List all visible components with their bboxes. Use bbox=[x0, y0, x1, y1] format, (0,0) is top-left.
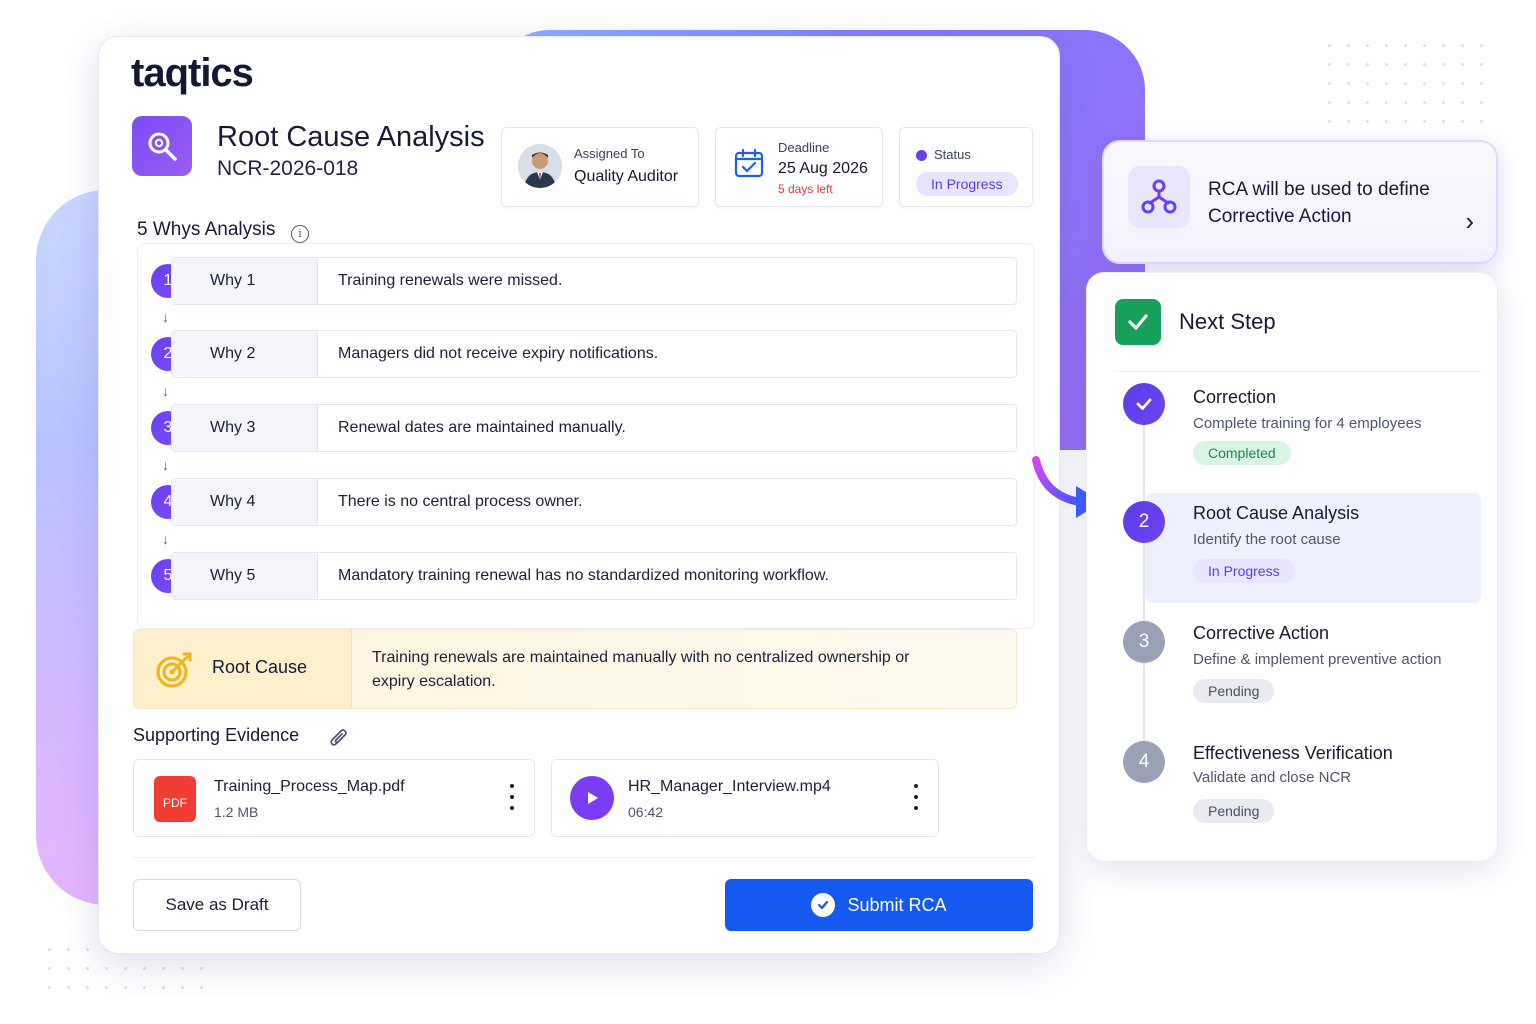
file-name: HR_Manager_Interview.mp4 bbox=[628, 778, 831, 795]
avatar bbox=[518, 144, 562, 188]
why-row-5[interactable]: Why 5 Mandatory training renewal has no … bbox=[171, 552, 1017, 600]
root-cause-label: Root Cause bbox=[212, 657, 308, 677]
why-label: Why 5 bbox=[172, 553, 318, 599]
save-draft-button[interactable]: Save as Draft bbox=[133, 879, 301, 931]
file-name: Training_Process_Map.pdf bbox=[214, 778, 405, 795]
check-circle-icon bbox=[811, 893, 836, 917]
why-text: Mandatory training renewal has no standa… bbox=[338, 567, 829, 584]
paperclip-icon[interactable] bbox=[329, 727, 349, 754]
next-step-card: Next Step Correction Complete training f… bbox=[1086, 272, 1498, 862]
step-description: Define & implement preventive action bbox=[1193, 651, 1442, 668]
status-badge: Completed bbox=[1193, 441, 1291, 465]
target-icon bbox=[154, 650, 194, 695]
checkbox-icon bbox=[1115, 299, 1161, 345]
more-options-icon[interactable] bbox=[912, 784, 920, 810]
info-icon[interactable]: i bbox=[291, 225, 309, 243]
deadline-label: Deadline bbox=[778, 140, 830, 155]
step-title: Corrective Action bbox=[1193, 623, 1330, 643]
rca-link-banner[interactable]: RCA will be used to define Corrective Ac… bbox=[1102, 140, 1498, 264]
why-text: Managers did not receive expiry notifica… bbox=[338, 345, 659, 362]
file-size: 1.2 MB bbox=[214, 804, 259, 820]
search-analysis-icon bbox=[132, 116, 192, 176]
why-row-1[interactable]: Why 1 Training renewals were missed. bbox=[171, 257, 1017, 305]
submit-label: Submit RCA bbox=[847, 894, 947, 915]
step-description: Complete training for 4 employees bbox=[1193, 415, 1422, 432]
status-badge: Pending bbox=[1193, 799, 1275, 823]
why-label: Why 4 bbox=[172, 479, 318, 525]
root-cause-box: Root Cause Training renewals are maintai… bbox=[133, 629, 1017, 709]
calendar-icon bbox=[734, 148, 764, 183]
file-duration: 06:42 bbox=[628, 804, 664, 820]
assigned-label: Assigned To bbox=[574, 146, 645, 161]
status-badge: In Progress bbox=[1193, 559, 1295, 583]
root-cause-text: Training renewals are maintained manuall… bbox=[372, 649, 910, 690]
down-arrow-icon: ↓ bbox=[162, 383, 169, 399]
evidence-section-title: Supporting Evidence bbox=[133, 725, 300, 745]
status-dot-icon bbox=[916, 150, 927, 161]
status-badge: In Progress bbox=[916, 172, 1018, 196]
status-chip[interactable]: Status In Progress bbox=[899, 127, 1033, 207]
down-arrow-icon: ↓ bbox=[162, 309, 169, 325]
page-title: Root Cause Analysis bbox=[217, 121, 485, 153]
deadline-value: 25 Aug 2026 bbox=[778, 160, 868, 177]
more-options-icon[interactable] bbox=[508, 784, 516, 810]
step-description: Identify the root cause bbox=[1193, 531, 1341, 548]
dot-pattern-top-right bbox=[1320, 36, 1490, 126]
why-text: Training renewals were missed. bbox=[338, 272, 563, 289]
status-badge: Pending bbox=[1193, 679, 1275, 703]
divider bbox=[1115, 371, 1481, 372]
check-icon bbox=[1123, 383, 1165, 425]
step-description: Validate and close NCR bbox=[1193, 769, 1352, 786]
evidence-file-pdf[interactable]: PDF Training_Process_Map.pdf 1.2 MB bbox=[133, 759, 535, 837]
why-label: Why 2 bbox=[172, 331, 318, 377]
taqtics-logo: taqtics bbox=[131, 51, 254, 95]
assigned-value: Quality Auditor bbox=[574, 168, 679, 185]
rca-banner-line1: RCA will be used to define bbox=[1208, 179, 1430, 200]
next-step-title: Next Step bbox=[1179, 309, 1276, 334]
step-number-4: 4 bbox=[1123, 741, 1165, 783]
pdf-file-icon: PDF bbox=[154, 776, 196, 822]
why-row-3[interactable]: Why 3 Renewal dates are maintained manua… bbox=[171, 404, 1017, 452]
rca-banner-line2: Corrective Action bbox=[1208, 206, 1352, 227]
assigned-to-chip[interactable]: Assigned To Quality Auditor bbox=[501, 127, 699, 207]
step-number-2: 2 bbox=[1123, 501, 1165, 543]
step-title: Root Cause Analysis bbox=[1193, 503, 1360, 523]
step-title: Effectiveness Verification bbox=[1193, 743, 1393, 763]
whys-section-title: 5 Whys Analysis bbox=[137, 219, 276, 240]
rca-banner-text: RCA will be used to define Corrective Ac… bbox=[1208, 176, 1448, 230]
status-label: Status bbox=[934, 147, 971, 162]
why-row-4[interactable]: Why 4 There is no central process owner. bbox=[171, 478, 1017, 526]
evidence-file-video[interactable]: HR_Manager_Interview.mp4 06:42 bbox=[551, 759, 939, 837]
deadline-chip[interactable]: Deadline 25 Aug 2026 5 days left bbox=[715, 127, 883, 207]
step-title: Correction bbox=[1193, 387, 1277, 407]
workflow-icon bbox=[1128, 166, 1190, 228]
submit-rca-button[interactable]: Submit RCA bbox=[725, 879, 1033, 931]
why-text: Renewal dates are maintained manually. bbox=[338, 419, 626, 436]
why-text: There is no central process owner. bbox=[338, 493, 583, 510]
rca-form-card: taqtics Root Cause Analysis NCR-2026-018… bbox=[98, 36, 1060, 954]
why-row-2[interactable]: Why 2 Managers did not receive expiry no… bbox=[171, 330, 1017, 378]
step-number-3: 3 bbox=[1123, 621, 1165, 663]
ncr-id: NCR-2026-018 bbox=[217, 157, 359, 180]
play-icon[interactable] bbox=[570, 776, 614, 820]
why-label: Why 1 bbox=[172, 258, 318, 304]
down-arrow-icon: ↓ bbox=[162, 531, 169, 547]
days-left: 5 days left bbox=[778, 182, 833, 196]
chevron-right-icon[interactable]: › bbox=[1465, 206, 1474, 237]
divider bbox=[133, 857, 1035, 858]
why-label: Why 3 bbox=[172, 405, 318, 451]
down-arrow-icon: ↓ bbox=[162, 457, 169, 473]
